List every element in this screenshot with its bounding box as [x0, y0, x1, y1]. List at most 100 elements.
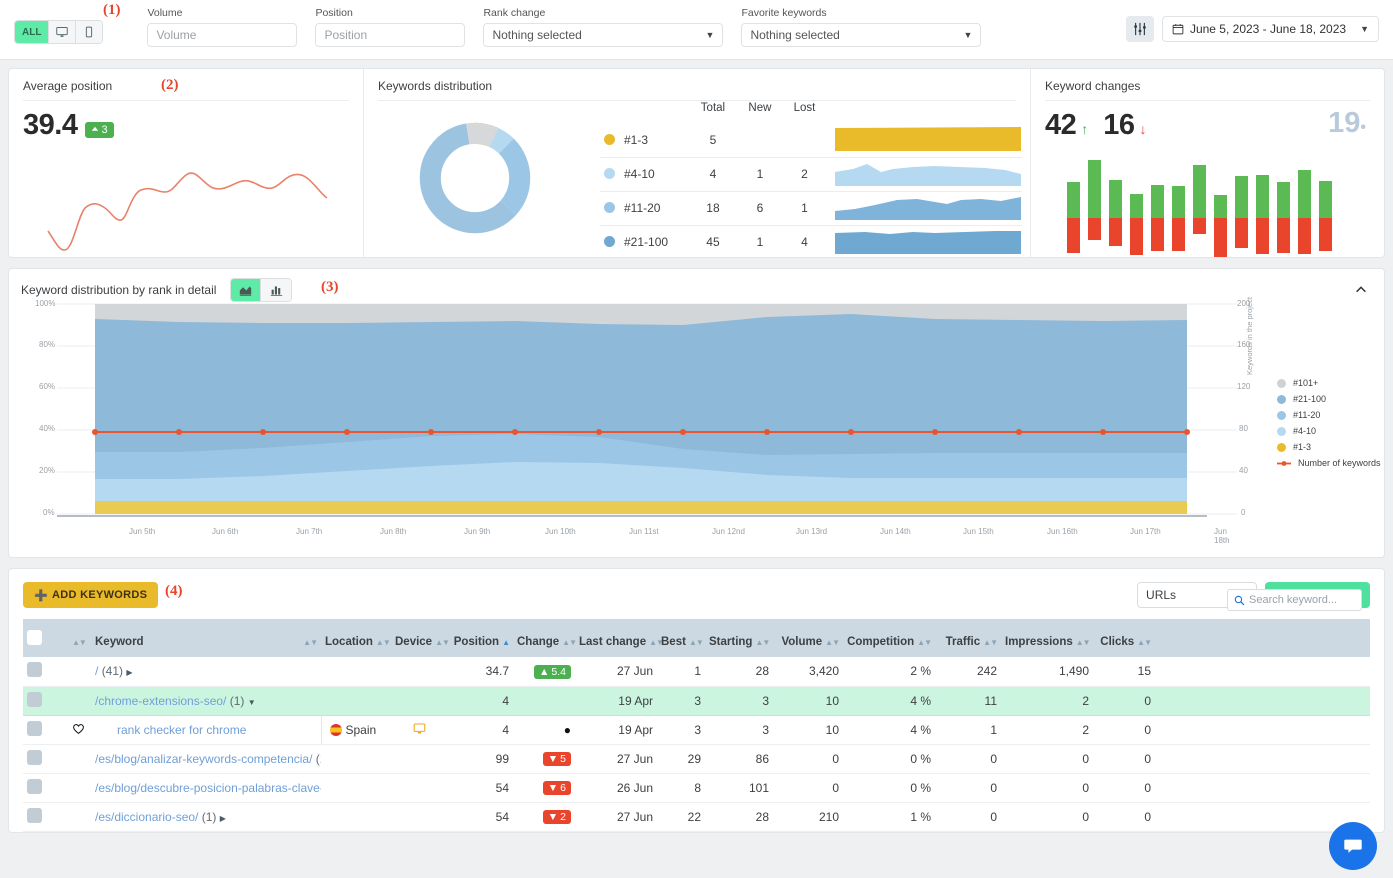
row-checkbox-cell[interactable] — [23, 744, 65, 774]
row-checkbox-cell[interactable] — [23, 773, 65, 803]
col-competition[interactable]: Competition ▲▼ — [843, 619, 935, 657]
device-filter-desktop[interactable] — [49, 21, 77, 43]
table-row[interactable]: / (41) ▶ 34.7 ▲ 5.4 27 Jun 1 28 3,420 2 %… — [23, 657, 1370, 687]
search-keyword-input[interactable]: Search keyword... — [1227, 589, 1362, 611]
legend-item[interactable]: #11-20 — [1277, 407, 1381, 423]
keyword-cell[interactable]: /chrome-extensions-seo/ (1) ▼ — [91, 686, 321, 716]
sort-icon[interactable]: ▲▼ — [1076, 638, 1091, 647]
col-clicks[interactable]: Clicks ▲▼ — [1093, 619, 1155, 657]
sort-icon[interactable]: ▲▼ — [72, 638, 87, 647]
url-link[interactable]: /es/blog/descubre-posicion-palabras-clav… — [95, 781, 321, 795]
col-traffic[interactable]: Traffic ▲▼ — [935, 619, 1001, 657]
table-row[interactable]: #21-100 45 1 4 — [600, 224, 1022, 259]
sort-icon[interactable]: ▲▼ — [917, 638, 932, 647]
last-change-cell: 27 Jun — [575, 657, 657, 687]
keyword-cell[interactable]: /es/blog/analizar-keywords-competencia/ … — [91, 744, 321, 774]
col-location[interactable]: Location ▲▼ — [321, 619, 391, 657]
volume-input[interactable]: Volume — [147, 23, 298, 47]
col-volume[interactable]: Volume ▲▼ — [773, 619, 843, 657]
device-cell — [391, 715, 447, 745]
sort-icon-active[interactable]: ▲ — [502, 638, 510, 647]
col-change[interactable]: Change ▲▼ — [513, 619, 577, 657]
row-checkbox[interactable] — [27, 720, 42, 736]
legend-dot — [604, 168, 615, 179]
select-all-checkbox[interactable] — [27, 630, 42, 645]
legend-item[interactable]: #101+ — [1277, 375, 1381, 391]
sort-icon[interactable]: ▲▼ — [435, 638, 450, 647]
url-link[interactable]: /es/blog/analizar-keywords-competencia/ — [95, 752, 312, 766]
sort-icon[interactable]: ▲▼ — [755, 638, 770, 647]
chat-widget-button[interactable] — [1329, 822, 1377, 870]
sort-icon[interactable]: ▲▼ — [825, 638, 840, 647]
rank-change-select[interactable]: Nothing selected ▼ — [483, 23, 724, 47]
favorite-cell[interactable] — [65, 715, 91, 745]
chevron-down-icon: ▼ — [705, 30, 715, 40]
row-checkbox[interactable] — [27, 749, 42, 765]
device-cell — [391, 686, 447, 716]
device-filter-toggle[interactable]: ALL — [14, 20, 104, 44]
keyword-cell[interactable]: / (41) ▶ — [91, 657, 321, 687]
legend-item[interactable]: Number of keywords — [1277, 455, 1381, 471]
bar-chart-icon[interactable] — [261, 279, 292, 301]
position-input[interactable]: Position — [315, 23, 466, 47]
area-chart-icon[interactable] — [231, 279, 262, 301]
row-checkbox-cell[interactable] — [23, 686, 65, 716]
row-checkbox-cell[interactable] — [23, 657, 65, 687]
device-filter-mobile[interactable] — [76, 21, 103, 43]
table-row[interactable]: /es/diccionario-seo/ (1) ▶ 54 ▼ 2 27 Jun … — [23, 802, 1370, 832]
change-cell: ▼ 6 — [513, 773, 575, 803]
col-best[interactable]: Best ▲▼ — [657, 619, 705, 657]
sort-icon[interactable]: ▲▼ — [689, 638, 704, 647]
table-row[interactable]: /es/blog/analizar-keywords-competencia/ … — [23, 744, 1370, 774]
row-checkbox-cell[interactable] — [23, 802, 65, 832]
url-link[interactable]: /es/diccionario-seo/ — [95, 810, 198, 824]
table-row[interactable]: rank checker for chrome Spain 4 ● 19 Apr… — [23, 715, 1370, 745]
y-tick-80: 80% — [39, 340, 56, 349]
collapse-down-icon[interactable]: ▼ — [248, 698, 256, 707]
device-filter-all[interactable]: ALL — [15, 21, 50, 43]
col-device[interactable]: Device ▲▼ — [391, 619, 450, 657]
col-lost: Lost — [793, 102, 816, 114]
keyword-cell[interactable]: /es/diccionario-seo/ (1) ▶ — [91, 802, 321, 832]
sort-icon[interactable]: ▲▼ — [303, 638, 318, 647]
row-checkbox[interactable] — [27, 778, 42, 794]
select-all-header[interactable] — [23, 619, 65, 657]
sort-icon[interactable]: ▲▼ — [562, 638, 577, 647]
clicks-cell: 0 — [1093, 686, 1155, 716]
table-row[interactable]: #11-20 18 6 1 — [600, 190, 1022, 225]
expand-right-icon[interactable]: ▶ — [126, 668, 132, 677]
volume-cell: 0 — [773, 744, 843, 774]
row-checkbox[interactable] — [27, 691, 42, 707]
add-keywords-button[interactable]: ➕ ADD KEYWORDS — [23, 582, 159, 608]
sliders-icon[interactable] — [1125, 16, 1154, 42]
date-range-picker[interactable]: June 5, 2023 - June 18, 2023 ▼ — [1161, 16, 1379, 42]
row-checkbox[interactable] — [27, 662, 42, 678]
col-starting[interactable]: Starting ▲▼ — [705, 619, 773, 657]
table-row[interactable]: #4-10 4 1 2 — [600, 156, 1022, 191]
row-checkbox[interactable] — [27, 807, 42, 823]
table-row[interactable]: #1-3 5 — [600, 123, 1022, 157]
keyword-cell[interactable]: rank checker for chrome — [91, 715, 321, 745]
url-link[interactable]: /chrome-extensions-seo/ — [95, 694, 226, 708]
starting-cell: 28 — [705, 657, 773, 687]
sort-icon[interactable]: ▲▼ — [1137, 638, 1152, 647]
legend-item[interactable]: #1-3 — [1277, 439, 1381, 455]
legend-item[interactable]: #21-100 — [1277, 391, 1381, 407]
keyword-cell[interactable]: /es/blog/descubre-posicion-palabras-clav… — [91, 773, 321, 803]
col-last-change[interactable]: Last change ▲▼ — [575, 619, 664, 657]
col-position[interactable]: Position ▲ — [447, 619, 513, 657]
col-impressions[interactable]: Impressions ▲▼ — [1001, 619, 1093, 657]
expand-right-icon[interactable]: ▶ — [220, 814, 226, 823]
keyword-link[interactable]: rank checker for chrome — [117, 723, 246, 737]
col-keyword[interactable]: Keyword ▲▼ — [91, 619, 321, 657]
legend-item[interactable]: #4-10 — [1277, 423, 1381, 439]
chevron-up-icon[interactable] — [1354, 283, 1368, 300]
url-link[interactable]: / — [95, 664, 98, 678]
sort-icon[interactable]: ▲▼ — [376, 638, 391, 647]
row-checkbox-cell[interactable] — [23, 715, 65, 745]
sort-icon[interactable]: ▲▼ — [983, 638, 998, 647]
table-row[interactable]: /chrome-extensions-seo/ (1) ▼ 4 19 Apr 3… — [23, 686, 1370, 716]
table-row[interactable]: /es/blog/descubre-posicion-palabras-clav… — [23, 773, 1370, 803]
chart-type-toggle[interactable] — [230, 278, 293, 302]
favorite-keywords-select[interactable]: Nothing selected ▼ — [741, 23, 982, 47]
